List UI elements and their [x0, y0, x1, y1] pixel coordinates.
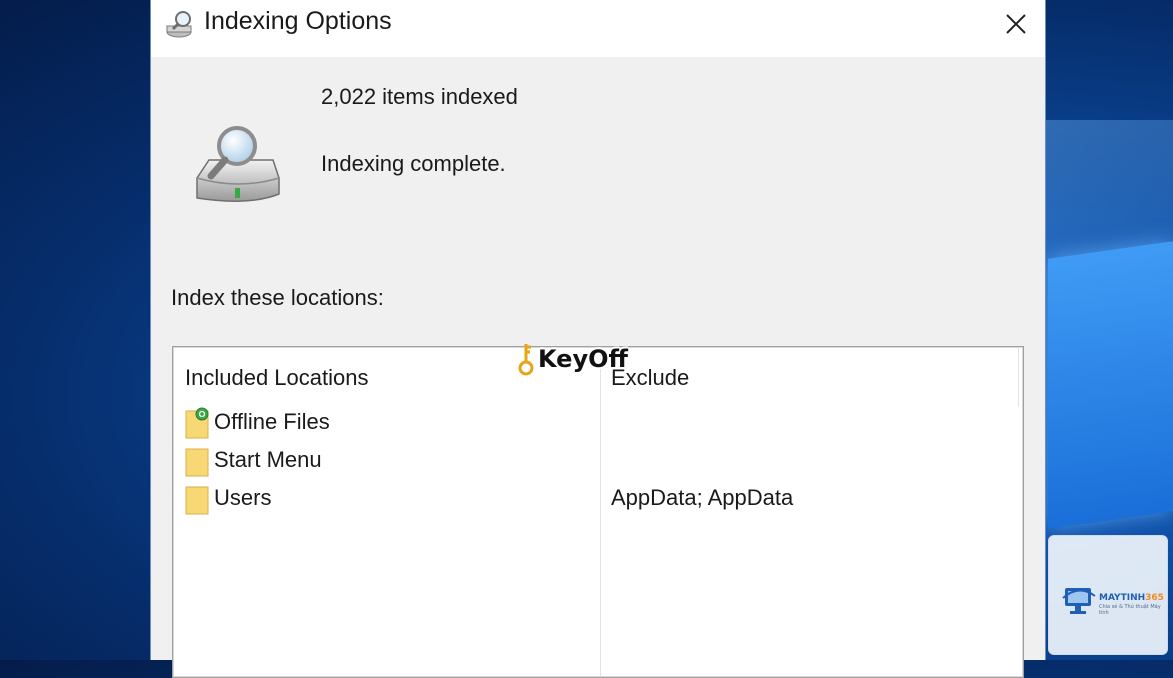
window-title: Indexing Options — [204, 7, 392, 35]
drive-magnifier-icon — [196, 126, 280, 202]
maytinh365-logo-icon — [1062, 588, 1096, 614]
locations-list[interactable]: Included Locations Exclude Offline Files… — [172, 346, 1024, 678]
included-locations-header[interactable]: Included Locations — [185, 365, 368, 391]
list-item[interactable]: Start Menu — [185, 443, 1005, 479]
index-locations-label: Index these locations: — [171, 285, 384, 310]
brand-tagline: Chia sẻ & Thủ thuật Máy tính — [1099, 604, 1161, 616]
indexing-options-icon — [166, 11, 192, 38]
keyoff-watermark: KeyOff — [516, 339, 628, 379]
offline-files-folder-icon — [185, 407, 209, 439]
list-item[interactable]: Offline Files — [185, 405, 1005, 441]
title-bar: Indexing Options — [151, 0, 1045, 57]
list-item[interactable]: Users AppData; AppData — [185, 481, 1005, 517]
close-button[interactable] — [991, 2, 1041, 46]
folder-icon — [185, 486, 209, 515]
location-exclude: AppData; AppData — [611, 485, 794, 510]
maytinh365-watermark: MAYTINH365 Chia sẻ & Thủ thuật Máy tính — [1048, 535, 1168, 655]
indexing-status: Indexing complete. — [321, 151, 506, 176]
folder-icon — [185, 448, 209, 477]
indexing-options-window: Indexing Options 2,022 items indexed Ind… — [150, 0, 1046, 678]
items-indexed-count: 2,022 items indexed — [321, 84, 518, 109]
keyoff-text: KeyOff — [538, 345, 628, 373]
key-icon — [518, 344, 534, 376]
location-name: Start Menu — [214, 447, 322, 472]
location-name: Users — [214, 485, 272, 510]
windows-logo-pane — [1048, 241, 1173, 529]
close-icon — [1006, 14, 1026, 34]
brand-name: MAYTINH365 — [1099, 593, 1164, 603]
column-divider-right — [1018, 347, 1019, 407]
location-name: Offline Files — [214, 409, 330, 434]
